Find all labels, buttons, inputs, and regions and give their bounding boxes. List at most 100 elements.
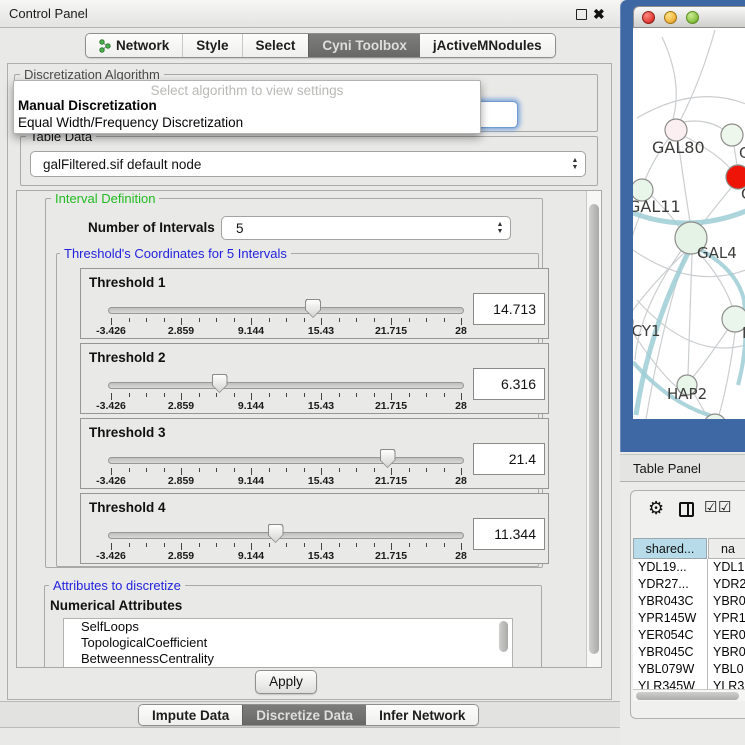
network-edge[interactable] xyxy=(734,146,737,165)
column-header-shared-name[interactable]: shared... xyxy=(633,538,707,559)
tick-mark xyxy=(216,393,217,397)
table-row[interactable]: YBR045CYBR0 xyxy=(633,644,745,661)
network-edge[interactable] xyxy=(683,121,724,130)
threshold-slider-track[interactable] xyxy=(108,382,464,389)
threshold-slider-track[interactable] xyxy=(108,457,464,464)
table-row[interactable]: YDR27...YDR2 xyxy=(633,576,745,593)
tick-mark xyxy=(461,543,462,550)
tick-mark xyxy=(216,543,217,547)
tick-label: 28 xyxy=(431,550,491,562)
tick-mark xyxy=(444,543,445,547)
tab-style[interactable]: Style xyxy=(182,34,241,57)
tick-label: 21.715 xyxy=(361,475,421,487)
zoom-traffic-light-icon[interactable] xyxy=(686,11,699,24)
horizontal-scrollbar-track[interactable] xyxy=(633,689,745,701)
attributes-list-scrollbar[interactable] xyxy=(499,621,508,652)
tick-mark xyxy=(304,393,305,397)
tab-jactivemnodules[interactable]: jActiveMNodules xyxy=(420,34,555,57)
close-icon[interactable]: ✖ xyxy=(593,0,605,28)
split-view-icon[interactable] xyxy=(679,502,694,517)
tick-mark xyxy=(129,543,130,547)
tick-label: 9.144 xyxy=(221,325,281,337)
tick-mark xyxy=(216,318,217,322)
dropdown-item-equal-width[interactable]: Equal Width/Frequency Discretization xyxy=(14,115,480,132)
table-row[interactable]: YER054CYER0 xyxy=(633,627,745,644)
threshold-value-field[interactable]: 21.4 xyxy=(473,443,545,475)
tab-select[interactable]: Select xyxy=(242,34,309,57)
network-edge[interactable] xyxy=(680,30,715,121)
mac-window-titlebar[interactable] xyxy=(633,6,745,28)
tick-mark xyxy=(286,393,287,397)
threshold-slider-track[interactable] xyxy=(108,532,464,539)
tick-mark xyxy=(269,318,270,322)
tick-mark xyxy=(321,393,322,400)
threshold-slider-thumb[interactable] xyxy=(380,449,396,468)
network-edge[interactable] xyxy=(662,37,676,119)
table-data-combo[interactable]: galFiltered.sif default node ▲▼ xyxy=(30,151,586,177)
network-edge[interactable] xyxy=(688,254,692,375)
vertical-scrollbar-thumb[interactable] xyxy=(589,204,599,654)
table-row[interactable]: YLR345WYLR3 xyxy=(633,678,745,689)
tick-label: 15.43 xyxy=(291,475,351,487)
threshold-value-field[interactable]: 11.344 xyxy=(473,518,545,550)
float-icon[interactable] xyxy=(576,9,587,20)
tick-mark xyxy=(304,318,305,322)
combo-arrows-icon: ▲▼ xyxy=(490,221,510,235)
gear-icon[interactable]: ⚙ xyxy=(648,498,664,519)
tick-mark xyxy=(339,318,340,322)
tick-mark xyxy=(164,543,165,547)
tick-mark xyxy=(374,468,375,472)
table-rows: YDL19...YDL1YDR27...YDR2YBR043CYBR0YPR14… xyxy=(633,559,745,689)
close-traffic-light-icon[interactable] xyxy=(642,11,655,24)
thresholds-group-label: Threshold's Coordinates for 5 Intervals xyxy=(60,246,291,261)
network-edge[interactable] xyxy=(637,97,745,118)
table-row[interactable]: YPR145WYPR1 xyxy=(633,610,745,627)
network-edge[interactable] xyxy=(693,329,728,377)
table-row[interactable]: YDL19...YDL1 xyxy=(633,559,745,576)
tick-mark xyxy=(426,468,427,472)
network-node[interactable] xyxy=(721,124,743,146)
tick-mark xyxy=(321,468,322,475)
attribute-list-item[interactable]: SelfLoops xyxy=(64,619,512,635)
algorithm-dropdown-popup: Select algorithm to view settings Manual… xyxy=(13,80,481,134)
table-row[interactable]: YBR043CYBR0 xyxy=(633,593,745,610)
attribute-list-item[interactable]: BetweennessCentrality xyxy=(64,651,512,667)
threshold-value-field[interactable]: 6.316 xyxy=(473,368,545,400)
checkbox-rows-icon[interactable]: ☑ xyxy=(718,498,731,516)
tick-mark xyxy=(234,318,235,322)
tick-mark xyxy=(269,393,270,397)
attributes-group-label: Attributes to discretize xyxy=(49,578,185,593)
bottom-tab-group: Impute Data Discretize Data Infer Networ… xyxy=(138,704,479,726)
threshold-slider-thumb[interactable] xyxy=(212,374,228,393)
threshold-slider-track[interactable] xyxy=(108,307,464,314)
numerical-attributes-list[interactable]: SelfLoopsTopologicalCoefficientBetweenne… xyxy=(63,618,513,668)
tick-mark xyxy=(426,318,427,322)
table-row[interactable]: YBL079WYBL0 xyxy=(633,661,745,678)
tab-discretize-data[interactable]: Discretize Data xyxy=(242,705,366,725)
threshold-slider-thumb[interactable] xyxy=(268,524,284,543)
tick-label: 21.715 xyxy=(361,400,421,412)
network-canvas[interactable]: GAL80GACGAL11GAL4GCY1HHAP2 xyxy=(633,28,745,419)
tab-network[interactable]: Network xyxy=(86,34,182,57)
tab-infer-network[interactable]: Infer Network xyxy=(366,705,478,725)
attribute-list-item[interactable]: TopologicalCoefficient xyxy=(64,635,512,651)
number-of-intervals-combo[interactable]: 5 ▲▼ xyxy=(221,216,511,240)
minimize-traffic-light-icon[interactable] xyxy=(664,11,677,24)
numerical-attributes-label: Numerical Attributes xyxy=(50,598,182,613)
column-header-name[interactable]: na xyxy=(708,538,745,559)
horizontal-scrollbar-thumb[interactable] xyxy=(636,692,739,700)
tick-mark xyxy=(251,393,252,400)
tab-cyni-toolbox[interactable]: Cyni Toolbox xyxy=(308,34,420,57)
checkbox-columns-icon[interactable]: ☑ xyxy=(704,498,717,516)
tick-mark xyxy=(374,543,375,547)
network-edge[interactable] xyxy=(719,332,735,415)
tick-label: 28 xyxy=(431,325,491,337)
tick-mark xyxy=(216,468,217,472)
tab-impute-data[interactable]: Impute Data xyxy=(139,705,242,725)
apply-button[interactable]: Apply xyxy=(255,670,317,694)
threshold-slider-thumb[interactable] xyxy=(305,299,321,318)
network-node-label: GAL11 xyxy=(633,197,681,216)
dropdown-item-manual[interactable]: Manual Discretization xyxy=(14,98,480,115)
threshold-value-field[interactable]: 14.713 xyxy=(473,293,545,325)
tick-mark xyxy=(391,468,392,475)
